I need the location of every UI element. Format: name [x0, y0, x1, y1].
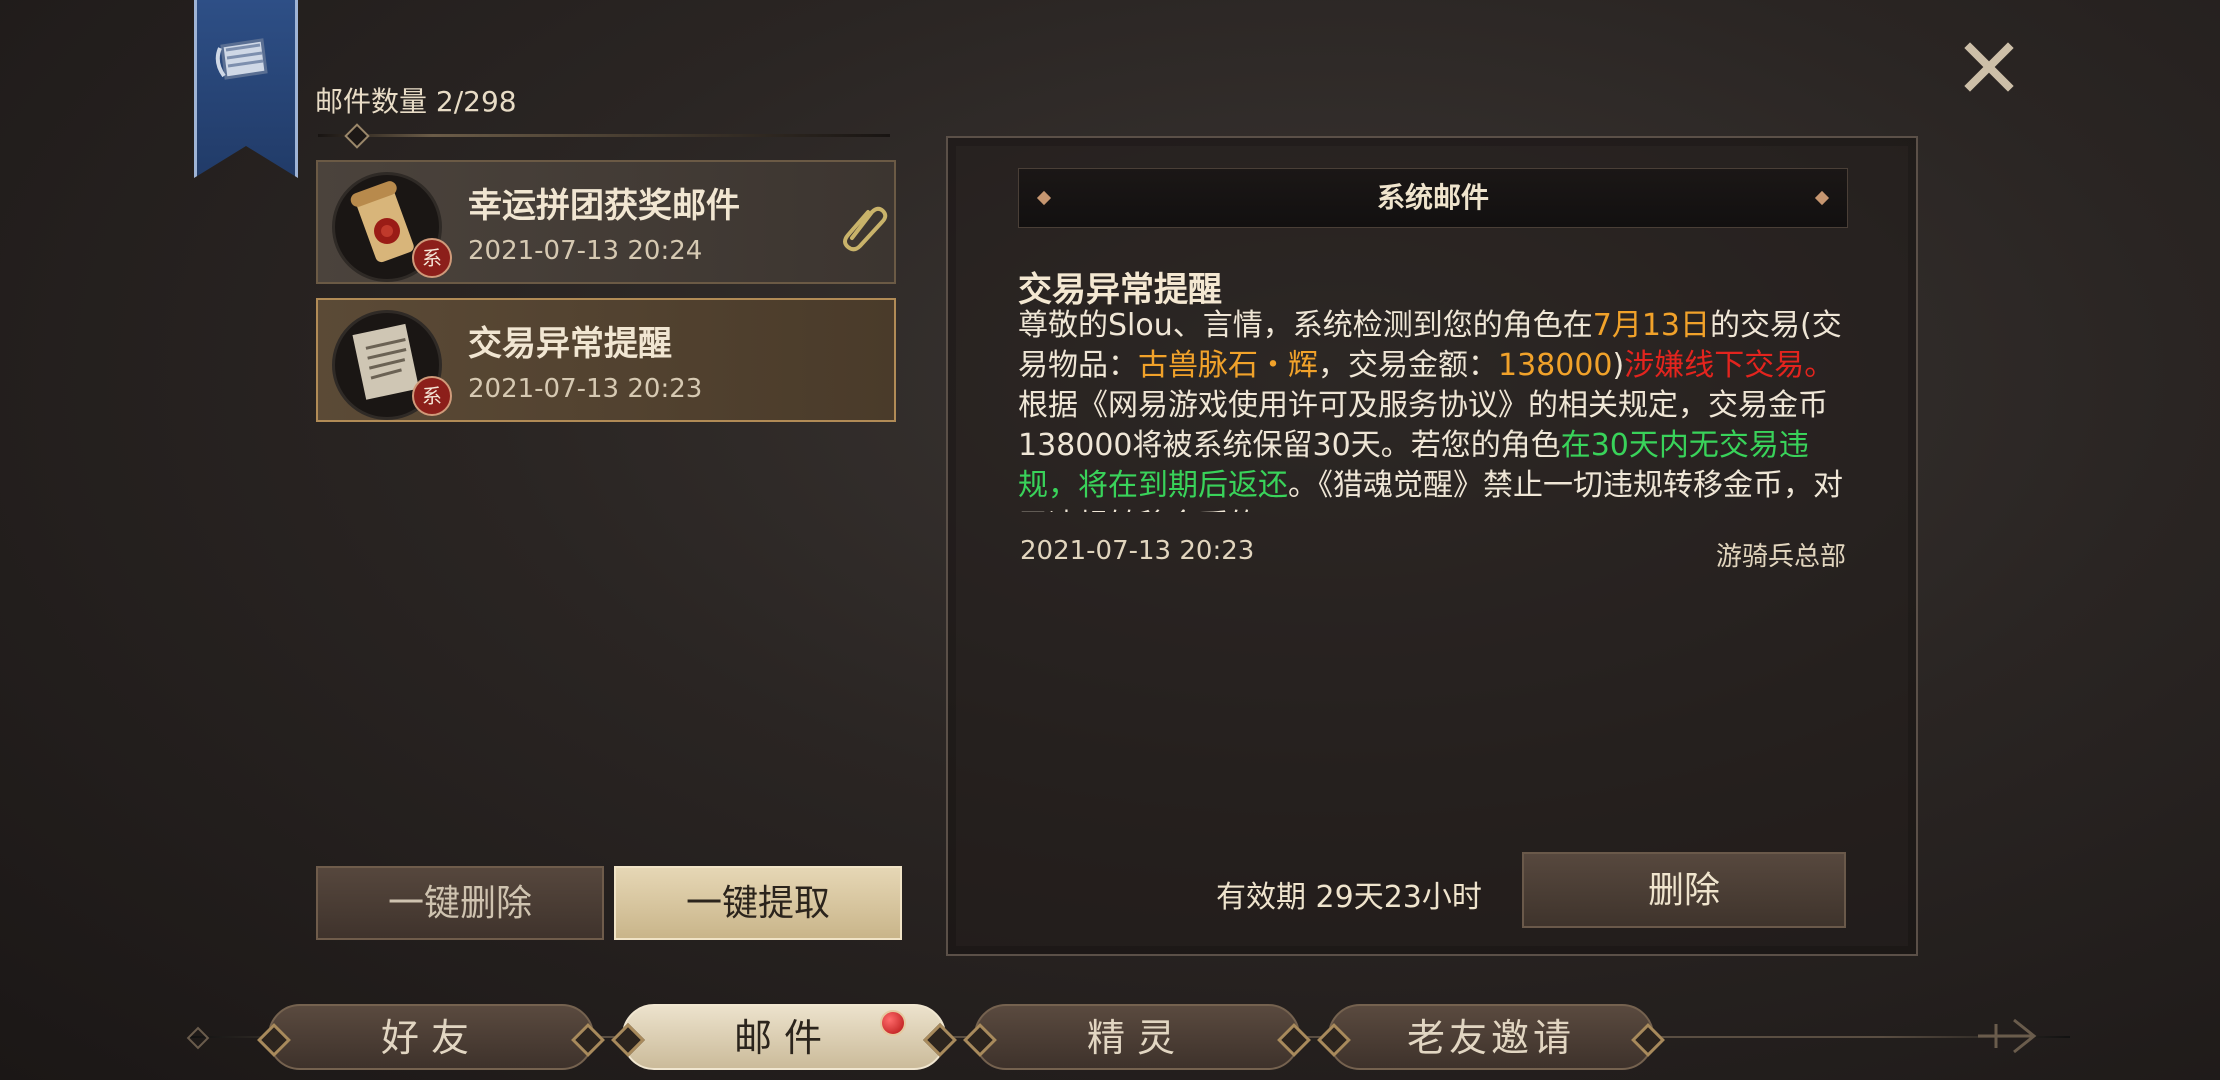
mail-count-label: 邮件数量 [315, 85, 428, 118]
delete-button[interactable]: 删除 [1522, 852, 1846, 928]
body-text: ) [1612, 348, 1625, 383]
body-date-highlight: 7月13日 [1592, 308, 1711, 343]
body-item-highlight: 古兽脉石・辉 [1138, 348, 1318, 383]
paperclip-icon [843, 206, 888, 252]
tab-ornament [1631, 1023, 1665, 1057]
body-text: ，交易金额： [1318, 348, 1498, 383]
mail-title: 交易异常提醒 [468, 324, 672, 364]
tab-label: 邮件 [733, 1016, 834, 1060]
validity-label: 有效期 [1216, 880, 1306, 915]
system-badge: 系 [412, 238, 452, 278]
tab-ornament [257, 1023, 291, 1057]
tab-label: 好友 [380, 1016, 481, 1060]
tab-label: 精灵 [1086, 1016, 1187, 1060]
notification-dot [880, 1010, 906, 1036]
tab-label: 老友邀请 [1406, 1016, 1575, 1060]
body-amount-highlight: 138000 [1498, 348, 1613, 383]
mail-list-item[interactable]: 系 幸运拼团获奖邮件 2021-07-13 20:24 [316, 160, 896, 284]
mail-date: 2021-07-13 20:24 [468, 236, 703, 266]
body-warning-highlight: 涉嫌线下交易。 [1624, 348, 1835, 383]
tab-ornament [963, 1023, 997, 1057]
delete-all-button[interactable]: 一键删除 [316, 866, 604, 940]
mail-count: 邮件数量 2/298 [315, 80, 517, 120]
tab-ornament [1277, 1023, 1311, 1057]
tab-ornament [923, 1023, 957, 1057]
mail-date: 2021-07-13 20:23 [468, 374, 703, 404]
mail-list-item-selected[interactable]: 系 交易异常提醒 2021-07-13 20:23 [316, 298, 896, 422]
collect-all-button[interactable]: 一键提取 [614, 866, 902, 940]
header-ornament [1814, 190, 1830, 206]
divider [318, 134, 890, 137]
tab-ornament [611, 1023, 645, 1057]
body-text: 尊敬的Slou、言情，系统检测到您的角色在 [1018, 308, 1593, 343]
detail-header: 系统邮件 [1018, 168, 1848, 228]
detail-title: 交易异常提醒 [1018, 270, 1222, 310]
mail-title: 幸运拼团获奖邮件 [468, 186, 740, 226]
mail-count-value: 2/298 [435, 85, 517, 118]
tab-spirit[interactable]: 精灵 [963, 1004, 1311, 1070]
validity-value: 29天23小时 [1315, 880, 1482, 915]
detail-sender: 游骑兵总部 [1715, 542, 1846, 572]
arrow-ornament-icon [1978, 1018, 2037, 1054]
validity: 有效期 29天23小时 [1216, 872, 1482, 916]
detail-date: 2021-07-13 20:23 [1020, 536, 1255, 566]
tab-ornament [571, 1023, 605, 1057]
mailbag-icon [215, 38, 268, 80]
tab-friends[interactable]: 好友 [257, 1004, 605, 1070]
close-icon[interactable] [1958, 36, 2020, 98]
tab-invite[interactable]: 老友邀请 [1317, 1004, 1665, 1070]
rail-ornament [186, 1026, 210, 1050]
detail-body[interactable]: 尊敬的Slou、言情，系统检测到您的角色在7月13日的交易(交易物品：古兽脉石・… [1018, 306, 1853, 512]
divider-ornament [344, 123, 370, 149]
header-ornament [1036, 190, 1052, 206]
detail-header-title: 系统邮件 [1376, 181, 1489, 214]
tab-ornament [1317, 1023, 1351, 1057]
system-badge: 系 [412, 376, 452, 416]
